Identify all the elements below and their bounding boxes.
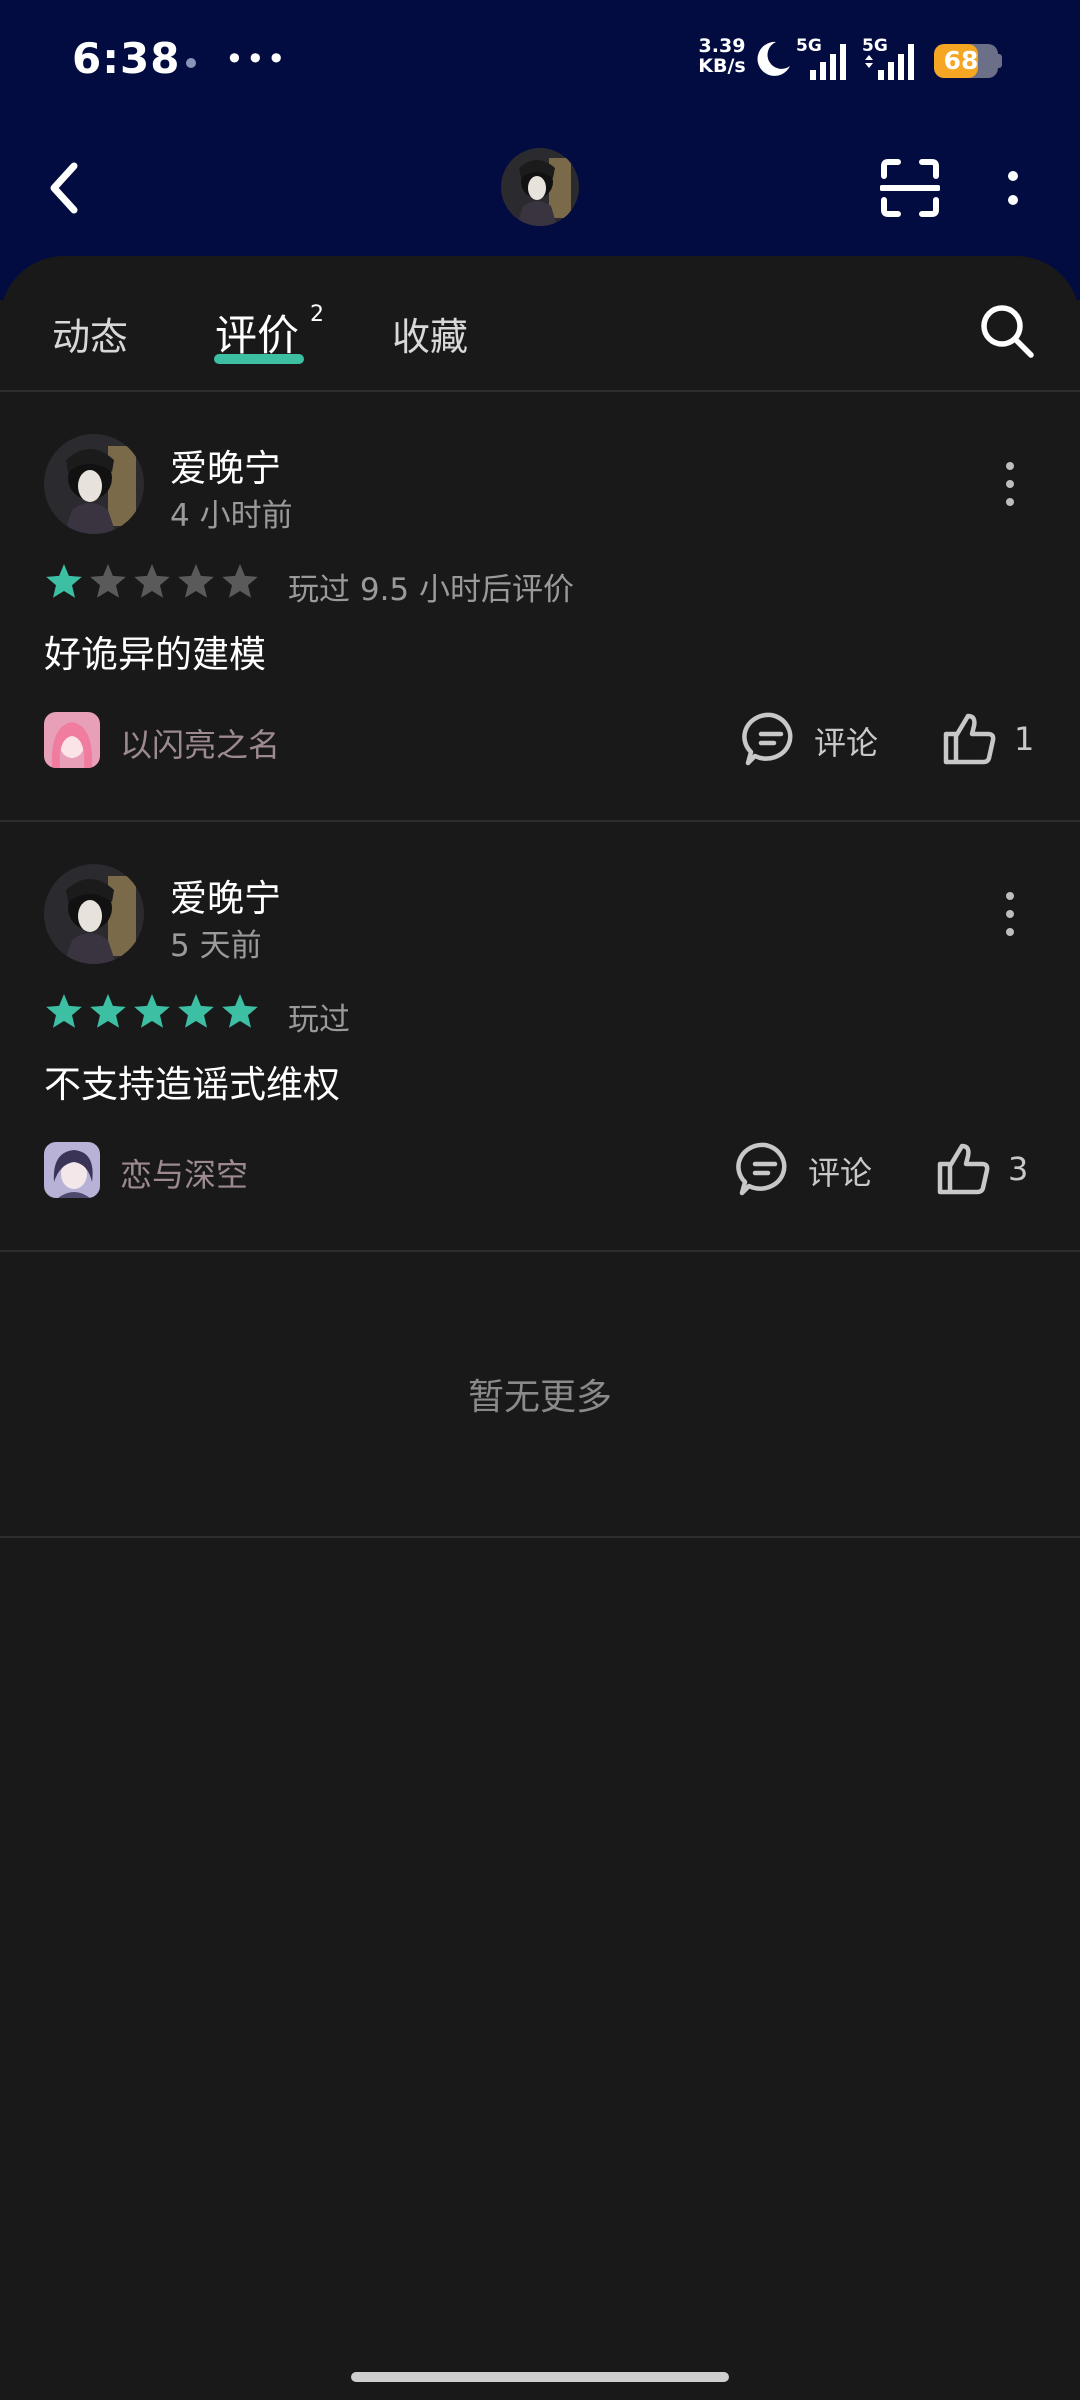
- comment-label: 评论: [808, 1154, 873, 1192]
- game-icon: [44, 712, 100, 768]
- comment-icon: [742, 712, 793, 766]
- review-more-button[interactable]: [996, 884, 1024, 944]
- star-rating: [44, 992, 260, 1032]
- game-name: 以闪亮之名: [120, 726, 281, 764]
- battery-level: 68: [943, 46, 979, 75]
- status-time: 6:38: [72, 34, 181, 83]
- thumbs-up-icon: [937, 1143, 990, 1195]
- like-button[interactable]: 3: [936, 1134, 1036, 1204]
- network-speed-value: 3.39: [698, 35, 746, 57]
- home-indicator[interactable]: [351, 2372, 729, 2382]
- star-icon: [222, 564, 258, 598]
- star-icon: [134, 564, 170, 598]
- review-time: 4 小时前: [170, 498, 293, 534]
- search-button[interactable]: [978, 302, 1036, 360]
- battery-icon: 68: [934, 44, 998, 78]
- like-button[interactable]: 1: [942, 704, 1042, 774]
- star-icon: [90, 564, 126, 598]
- signal-icon: 5G: [862, 36, 914, 80]
- sim1-label: 5G: [796, 36, 822, 56]
- battery-cap: [997, 54, 1002, 68]
- status-bar: 6:38 ••• 3.39 KB/s 5G 5G 68: [0, 0, 1080, 120]
- reviewer-name[interactable]: 爱晚宁: [170, 438, 281, 492]
- search-icon: [981, 305, 1034, 358]
- location-icon: [186, 58, 196, 68]
- comment-button[interactable]: 评论: [742, 704, 892, 774]
- reviewer-avatar[interactable]: [44, 434, 144, 534]
- avatar-image: [44, 864, 144, 964]
- game-link[interactable]: 以闪亮之名: [44, 712, 344, 772]
- network-speed: 3.39 KB/s: [696, 36, 748, 76]
- star-icon: [90, 994, 126, 1028]
- signal-icon: 5G: [796, 36, 846, 80]
- comment-button[interactable]: 评论: [736, 1134, 886, 1204]
- active-tab-indicator: [214, 354, 304, 364]
- review-time: 5 天前: [170, 928, 262, 964]
- reviewer-avatar[interactable]: [44, 864, 144, 964]
- avatar-image: [501, 148, 579, 226]
- more-vertical-icon: [1008, 171, 1018, 205]
- star-icon: [46, 564, 82, 598]
- like-count: 3: [1008, 1150, 1029, 1188]
- comment-icon: [736, 1142, 787, 1196]
- more-vertical-icon: [1006, 462, 1014, 506]
- divider: [0, 1536, 1080, 1538]
- scan-button[interactable]: [880, 158, 940, 218]
- more-notifications-icon: •••: [225, 40, 288, 78]
- star-icon: [46, 994, 82, 1028]
- content-panel: 动态 评价 2 收藏 爱晚宁 4 小时前 玩过 9.5 小时后评价 好诡异的建模…: [0, 256, 1080, 2400]
- no-more-label: 暂无更多: [467, 1377, 612, 1418]
- comment-label: 评论: [814, 724, 879, 762]
- review-card: 爱晚宁 5 天前 玩过 不支持造谣式维权 恋与深空 评论 3: [0, 822, 1080, 1250]
- game-link[interactable]: 恋与深空: [44, 1142, 304, 1202]
- game-name: 恋与深空: [120, 1156, 249, 1194]
- star-rating: [44, 562, 260, 602]
- star-icon: [134, 994, 170, 1028]
- review-more-button[interactable]: [996, 454, 1024, 514]
- reviewer-name[interactable]: 爱晚宁: [170, 868, 281, 922]
- review-card: 爱晚宁 4 小时前 玩过 9.5 小时后评价 好诡异的建模 以闪亮之名 评论 1: [0, 392, 1080, 820]
- star-icon: [178, 564, 214, 598]
- avatar-image: [44, 434, 144, 534]
- network-speed-unit: KB/s: [698, 55, 746, 77]
- review-content[interactable]: 好诡异的建模: [44, 624, 266, 678]
- scan-icon: [880, 159, 940, 217]
- divider: [0, 1250, 1080, 1252]
- star-icon: [178, 994, 214, 1028]
- play-note: 玩过 9.5 小时后评价: [288, 572, 575, 608]
- star-icon: [222, 994, 258, 1028]
- tab-dynamic[interactable]: 动态: [52, 306, 128, 361]
- moon-icon: [757, 41, 790, 76]
- profile-avatar[interactable]: [501, 148, 579, 226]
- sim2-label: 5G: [862, 36, 888, 56]
- review-content[interactable]: 不支持造谣式维权: [44, 1054, 340, 1108]
- thumbs-up-icon: [943, 713, 996, 765]
- chevron-left-icon: [50, 162, 78, 214]
- game-icon: [44, 1142, 100, 1198]
- tab-collect[interactable]: 收藏: [392, 306, 468, 361]
- review-count-badge: 2: [310, 302, 324, 327]
- like-count: 1: [1014, 720, 1035, 758]
- tab-bar: 动态 评价 2 收藏: [0, 256, 1080, 392]
- more-vertical-icon: [1006, 892, 1014, 936]
- back-button[interactable]: [40, 158, 94, 218]
- more-button[interactable]: [995, 158, 1031, 218]
- play-note: 玩过: [288, 1002, 350, 1038]
